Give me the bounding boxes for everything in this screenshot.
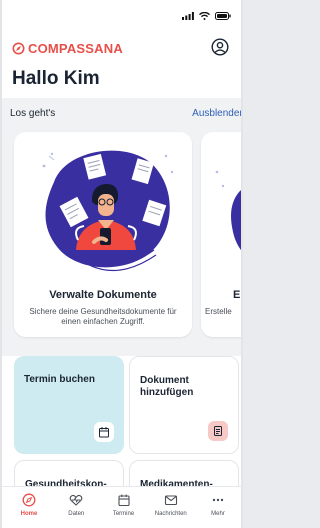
document-icon xyxy=(208,421,228,441)
calendar-icon xyxy=(117,494,130,507)
battery-icon xyxy=(215,12,231,20)
documents-illustration xyxy=(42,150,174,272)
tile-title: Termin buchen xyxy=(24,374,95,385)
onboarding-card-documents[interactable]: Verwalte Dokumente Sichere deine Gesundh… xyxy=(14,132,192,337)
tab-label: Termine xyxy=(112,511,135,517)
brand-logo: COMPASSANA xyxy=(12,41,123,56)
getting-started-section: Los geht's Ausblenden Verwalte Dokumente… xyxy=(2,98,241,356)
card-title: Verwalte Dokumente xyxy=(49,289,157,301)
tile-title: Dokument hinzufügen xyxy=(140,375,194,398)
tab-more[interactable]: Mehr xyxy=(195,487,241,528)
hide-button[interactable]: Ausblenden xyxy=(192,108,241,119)
page-title: Hallo Kim xyxy=(12,68,100,89)
compass-logo-icon xyxy=(12,42,25,55)
tab-label: Daten xyxy=(68,511,85,517)
tab-label: Mehr xyxy=(211,511,225,517)
section-header: Los geht's Ausblenden xyxy=(10,108,241,122)
mail-icon xyxy=(164,495,177,506)
heartbeat-icon xyxy=(69,494,83,506)
brand-name: COMPASSANA xyxy=(28,41,123,56)
tab-label: Home xyxy=(20,511,38,517)
book-appointment-tile[interactable]: Termin buchen xyxy=(14,356,124,454)
tab-data[interactable]: Daten xyxy=(53,487,99,528)
tab-appointments[interactable]: Termine xyxy=(101,487,147,528)
tab-home[interactable]: Home xyxy=(6,487,52,528)
add-document-tile[interactable]: Dokument hinzufügen xyxy=(129,356,239,454)
profile-icon[interactable] xyxy=(211,38,229,56)
bottom-tab-bar: Home Daten Termine Nachrichten Mehr xyxy=(2,486,241,528)
onboarding-card-next[interactable]: Er Erstelle xyxy=(201,132,241,337)
card-title: Er xyxy=(233,289,241,301)
status-bar xyxy=(2,0,241,30)
compass-icon xyxy=(22,493,36,507)
signal-icon xyxy=(182,12,194,20)
more-icon xyxy=(212,498,224,502)
tab-messages[interactable]: Nachrichten xyxy=(148,487,194,528)
header: COMPASSANA xyxy=(12,38,231,58)
tab-label: Nachrichten xyxy=(154,511,187,517)
wifi-icon xyxy=(199,12,210,20)
card-description: Erstelle xyxy=(205,307,232,316)
section-title: Los geht's xyxy=(10,108,56,119)
next-card-illustration xyxy=(215,170,241,251)
calendar-icon xyxy=(94,422,114,442)
card-description: Sichere deine Gesundheitsdokumente für e… xyxy=(29,307,177,326)
app-screen: COMPASSANA Hallo Kim Los geht's Ausblend… xyxy=(0,0,243,528)
